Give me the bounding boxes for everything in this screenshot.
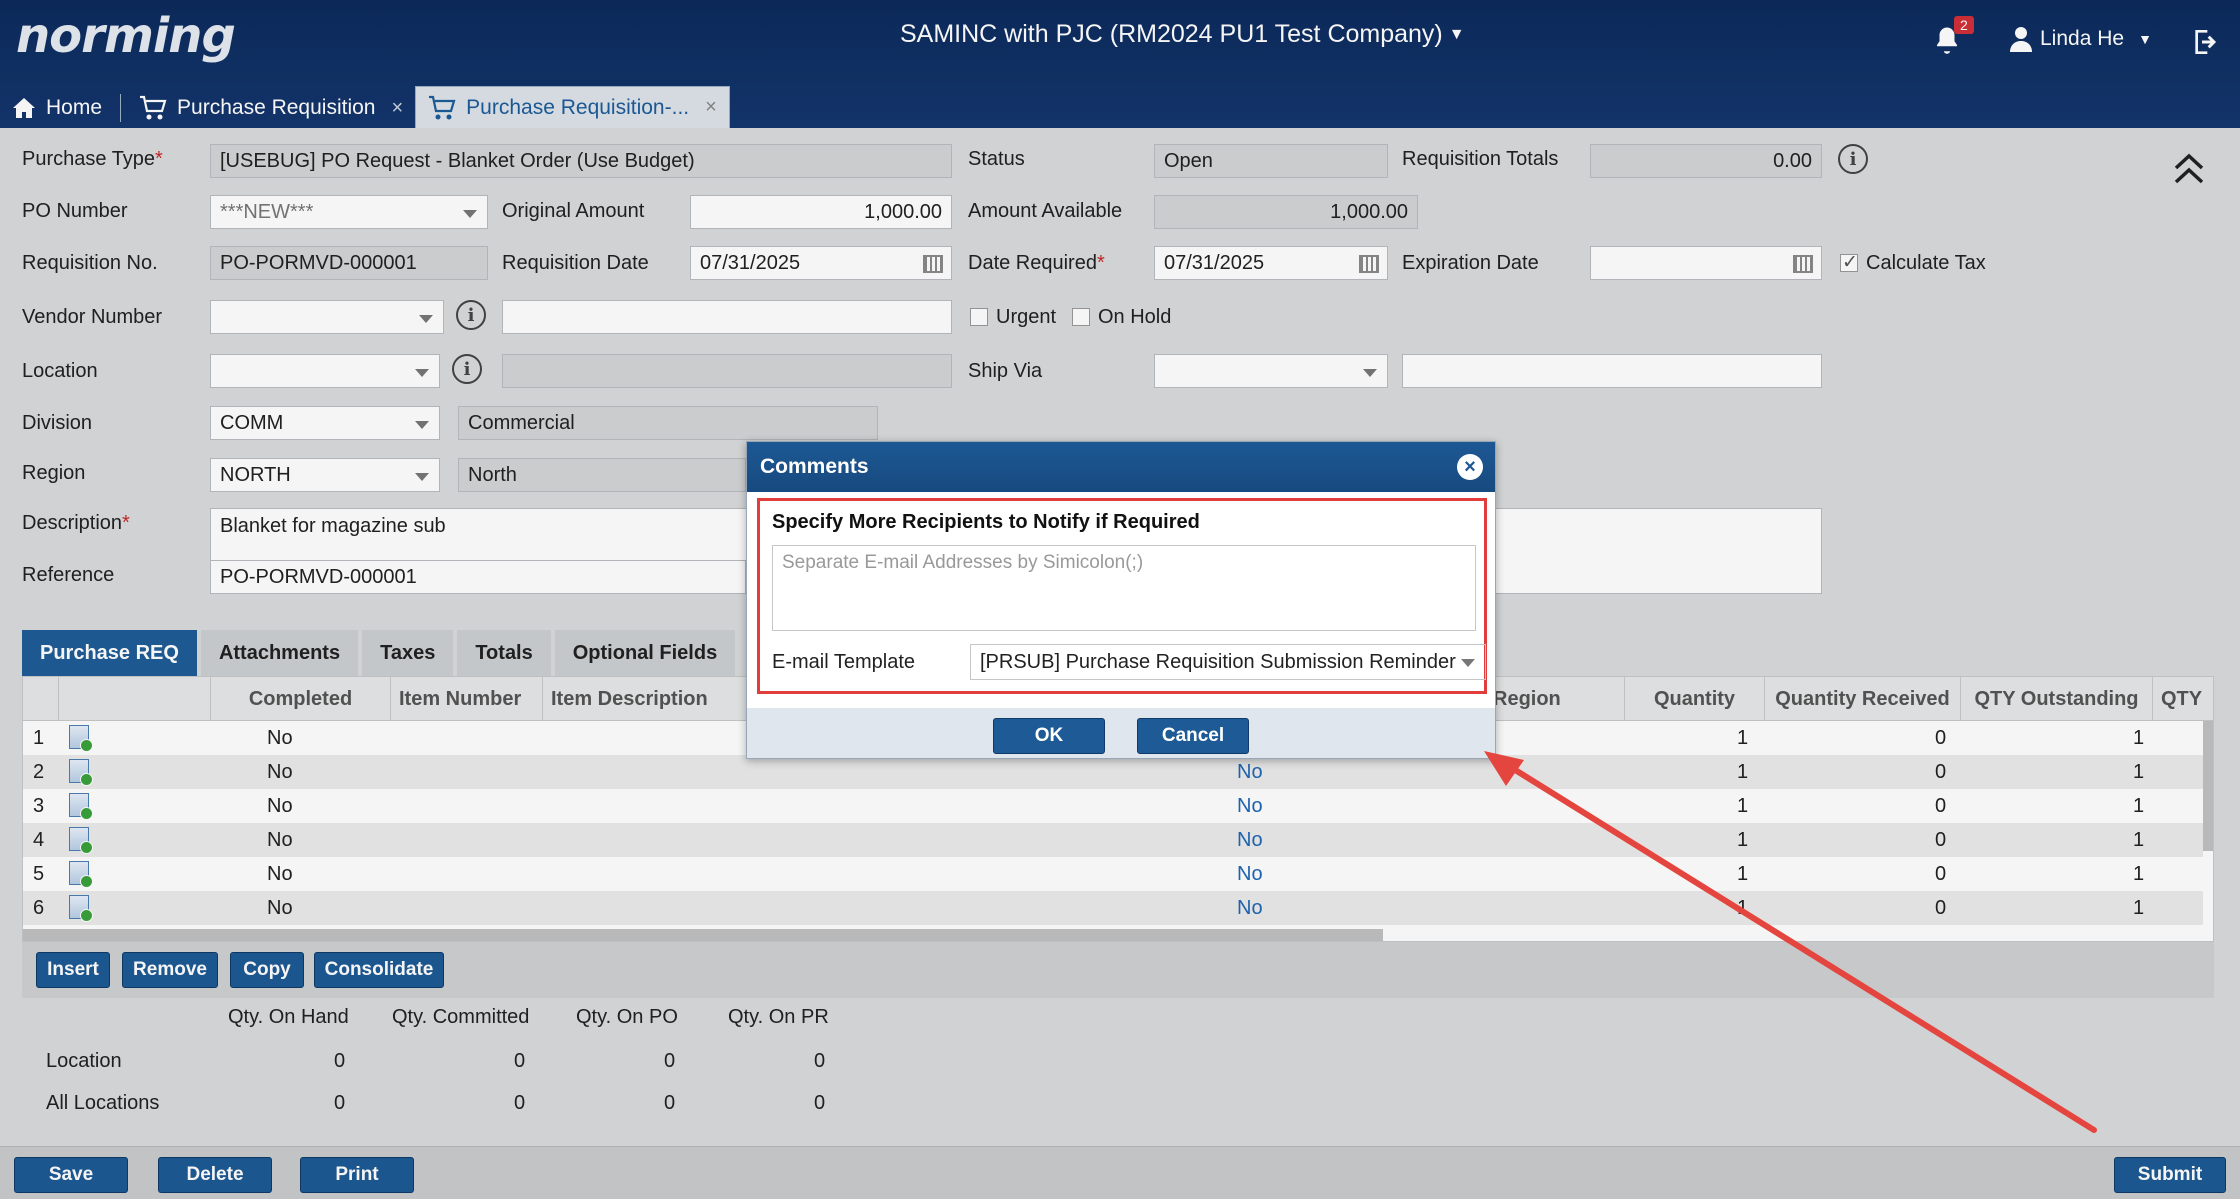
cancel-button[interactable]: Cancel [1137, 718, 1249, 754]
close-icon[interactable]: × [1457, 454, 1483, 480]
ok-button[interactable]: OK [993, 718, 1105, 754]
highlighted-recipients-section: Specify More Recipients to Notify if Req… [757, 498, 1487, 694]
dialog-header: Comments × [747, 442, 1495, 492]
email-template-label: E-mail Template [772, 651, 916, 673]
email-template-select[interactable]: [PRSUB] Purchase Requisition Submission … [970, 644, 1486, 680]
section-title: Specify More Recipients to Notify if Req… [772, 511, 1200, 533]
dialog-footer: OK Cancel [747, 708, 1495, 758]
comments-dialog: Comments × Specify More Recipients to No… [746, 441, 1496, 759]
dialog-title: Comments [760, 455, 869, 478]
dropdown-arrow-icon [1461, 659, 1475, 667]
email-template-value: [PRSUB] Purchase Requisition Submission … [980, 650, 1456, 673]
email-recipients-input[interactable]: Separate E-mail Addresses by Simicolon(;… [772, 545, 1476, 631]
